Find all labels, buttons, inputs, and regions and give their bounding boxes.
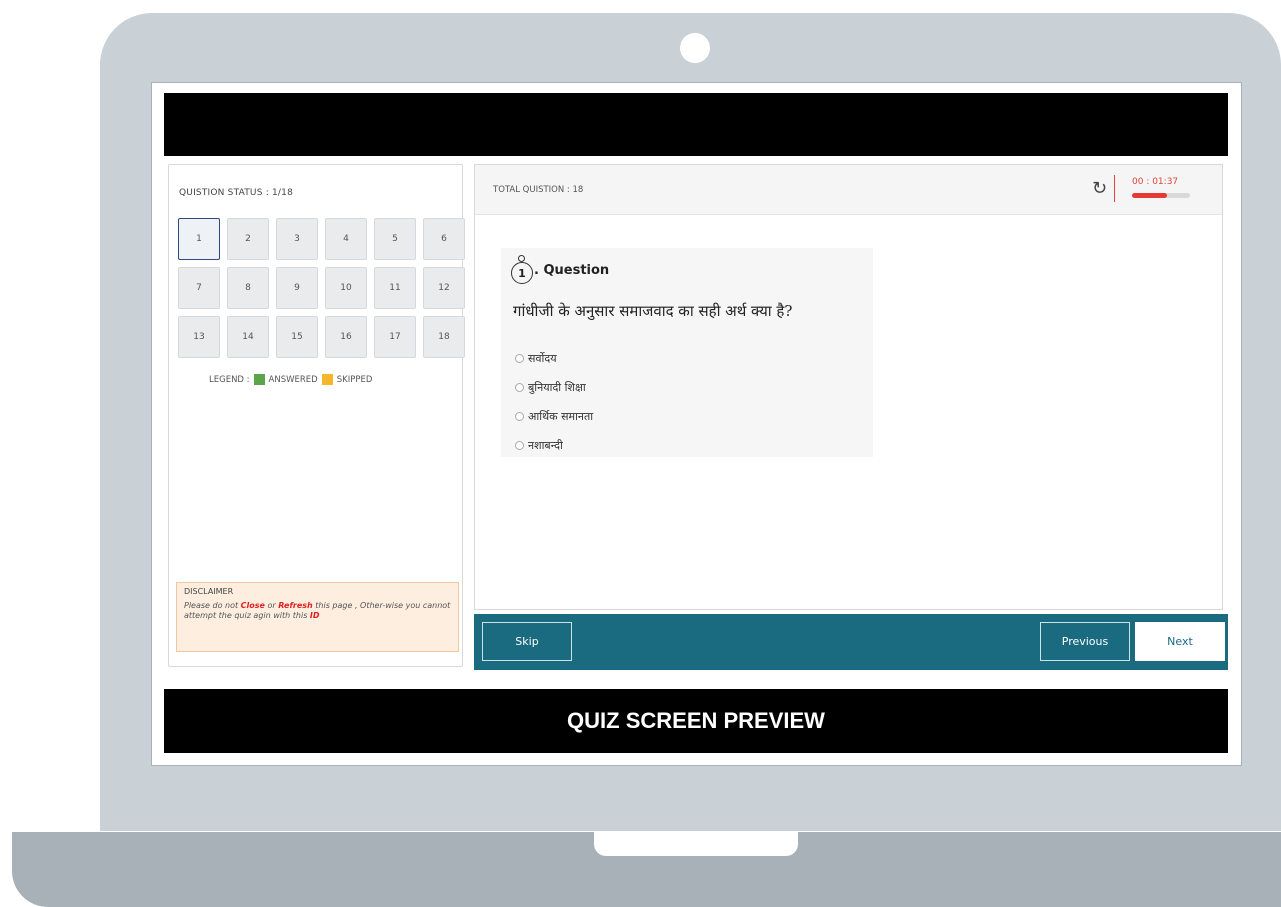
question-text: गांधीजी के अनुसार समाजवाद का सही अर्थ क्… <box>513 302 793 320</box>
timer-value: 00 : 01:37 <box>1132 177 1179 187</box>
answer-option-label: बुनियादी शिक्षा <box>528 381 586 394</box>
answer-option[interactable]: सर्वोदय <box>515 344 593 373</box>
legend-skipped-label: SKIPPED <box>336 374 373 385</box>
preview-banner: QUIZ SCREEN PREVIEW <box>164 689 1228 753</box>
radio-icon[interactable] <box>515 354 524 363</box>
laptop-base-notch <box>594 832 798 856</box>
question-number-icon: 1 <box>511 255 533 284</box>
question-number-button[interactable]: 12 <box>423 267 465 309</box>
skipped-swatch <box>321 374 333 385</box>
timer-icon: ↻ <box>1092 178 1108 199</box>
skip-button[interactable]: Skip <box>482 622 572 661</box>
question-number-button[interactable]: 2 <box>227 218 269 260</box>
question-number-button[interactable]: 7 <box>178 267 220 309</box>
disclaimer-close-word: Close <box>240 601 265 610</box>
quiz-app: QUISTION STATUS : 1/18 1 2 3 4 5 6 7 8 9 10 11 12 13… <box>164 156 1228 689</box>
timer-progress-fill <box>1132 193 1167 198</box>
disclaimer-text-part: or <box>264 601 279 610</box>
question-status-panel: QUISTION STATUS : 1/18 1 2 3 4 5 6 7 8 9 10 11 12 13… <box>168 164 465 667</box>
question-panel: TOTAL QUISTION : 18 ↻ 00 : 01:37 1 . Que… <box>474 164 1223 610</box>
question-number-button[interactable]: 6 <box>423 218 465 260</box>
question-number-button[interactable]: 15 <box>276 316 318 358</box>
answer-option[interactable]: नशाबन्दी <box>515 431 593 460</box>
answer-option[interactable]: आर्थिक समानता <box>515 402 593 431</box>
disclaimer-text-part: Please do not <box>184 601 241 610</box>
question-number-button[interactable]: 13 <box>178 316 220 358</box>
question-number-button[interactable]: 1 <box>178 218 220 260</box>
question-number-button[interactable]: 17 <box>374 316 416 358</box>
question-number-button[interactable]: 16 <box>325 316 367 358</box>
camera-icon <box>680 33 710 63</box>
question-heading-label: . Question <box>534 262 610 278</box>
question-grid: 1 2 3 4 5 6 7 8 9 10 11 12 13 14 15 16 17 18 <box>178 218 465 358</box>
disclaimer-title: DISCLAIMER <box>184 587 234 596</box>
answer-option-label: नशाबन्दी <box>528 439 563 452</box>
legend-label: LEGEND : <box>209 374 250 385</box>
disclaimer-text: Please do not Close or Refresh this page… <box>184 601 451 621</box>
question-number-button[interactable]: 18 <box>423 316 465 358</box>
previous-button[interactable]: Previous <box>1040 622 1130 661</box>
legend-answered-label: ANSWERED <box>268 374 318 385</box>
question-panel-header: TOTAL QUISTION : 18 ↻ 00 : 01:37 <box>475 165 1222 215</box>
disclaimer-refresh-word: Refresh <box>278 601 313 610</box>
question-number-button[interactable]: 5 <box>374 218 416 260</box>
question-number-button[interactable]: 10 <box>325 267 367 309</box>
timer-divider <box>1114 175 1115 202</box>
question-number-button[interactable]: 8 <box>227 267 269 309</box>
answer-option-label: सर्वोदय <box>528 352 557 365</box>
question-heading: 1 . Question <box>511 255 610 284</box>
question-number-button[interactable]: 14 <box>227 316 269 358</box>
question-card: 1 . Question गांधीजी के अनुसार समाजवाद क… <box>501 248 873 457</box>
timer-progress-bar <box>1132 193 1190 198</box>
radio-icon[interactable] <box>515 441 524 450</box>
disclaimer-id-word: ID <box>309 611 320 620</box>
laptop-screen: QUISTION STATUS : 1/18 1 2 3 4 5 6 7 8 9 10 11 12 13… <box>151 82 1242 766</box>
answer-options: सर्वोदय बुनियादी शिक्षा आर्थिक समानता नश… <box>515 344 593 460</box>
question-status-label: QUISTION STATUS : 1/18 <box>179 188 293 198</box>
answered-swatch <box>253 374 265 385</box>
question-number-button[interactable]: 3 <box>276 218 318 260</box>
legend: LEGEND : ANSWERED SKIPPED <box>209 374 372 385</box>
top-black-bar <box>164 93 1228 156</box>
answer-option[interactable]: बुनियादी शिक्षा <box>515 373 593 402</box>
navigation-bar: Skip Previous Next <box>474 614 1228 670</box>
disclaimer-box: DISCLAIMER Please do not Close or Refres… <box>176 582 459 652</box>
question-number-button[interactable]: 9 <box>276 267 318 309</box>
answer-option-label: आर्थिक समानता <box>528 410 594 423</box>
total-questions-label: TOTAL QUISTION : 18 <box>493 185 584 195</box>
next-button[interactable]: Next <box>1135 622 1225 661</box>
radio-icon[interactable] <box>515 412 524 421</box>
question-number-button[interactable]: 11 <box>374 267 416 309</box>
question-number-button[interactable]: 4 <box>325 218 367 260</box>
radio-icon[interactable] <box>515 383 524 392</box>
